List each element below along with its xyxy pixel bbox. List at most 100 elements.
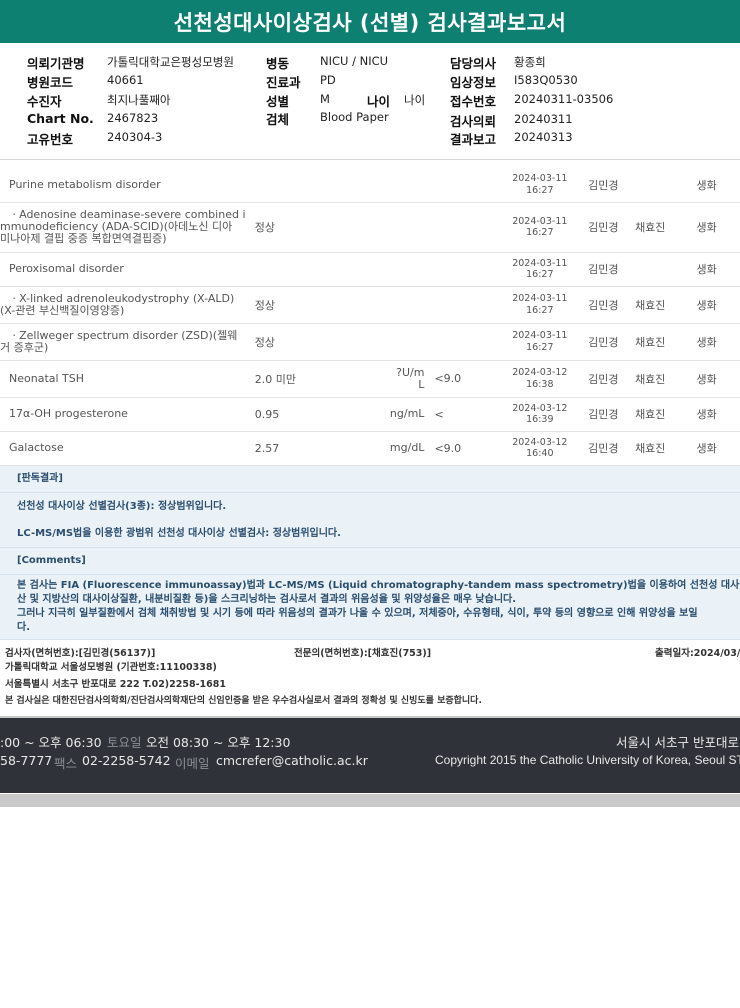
specialist-signature: 전문의(면허번호):[채효진(753)] <box>294 647 432 659</box>
comment-line: 그러나 지극히 일부질환에서 검체 채취방법 및 시기 등에 따라 위음성의 결… <box>17 607 698 619</box>
divider <box>0 159 740 160</box>
result-date: 2024-03-11 <box>512 257 568 269</box>
result-value: 2.0 미만 <box>248 360 351 398</box>
result-datetime: 2024-03-11 16:27 <box>498 323 582 361</box>
result-time: 16:27 <box>526 269 554 280</box>
result-test-name-line: Purine metabolism disorder <box>9 177 161 191</box>
fax-label: 팩스 <box>54 756 78 771</box>
result-row: ㆍAdenosine deaminase-severe combined i mm… <box>0 202 740 253</box>
result-row: ㆍX-linked adrenoleukodystrophy (X-ALD) (X… <box>0 286 740 324</box>
result-date: 2024-03-12 <box>512 367 568 378</box>
saturday-hours: 오전 08:30 ~ 오후 12:30 <box>146 735 291 750</box>
results-panel[interactable]: Purine metabolism disorder 2024-03-11 16:2… <box>0 168 740 718</box>
result-verifier: 김민경 <box>581 397 636 432</box>
patient-info-panel: 의뢰기관명 가톨릭대학교은평성모병원 병원코드 40661 수진자 최지나풀째아… <box>0 50 740 160</box>
result-department: 생화 <box>696 168 740 203</box>
result-date: 2024-03-11 <box>512 293 568 304</box>
result-reference-range: <9.0 <box>424 360 499 398</box>
patient-value: 최지나풀째아 <box>107 93 171 107</box>
result-department: 생화 <box>696 397 740 432</box>
result-approver <box>635 168 697 203</box>
comments-heading: [Comments] <box>0 548 740 575</box>
result-time: 16:27 <box>526 227 554 238</box>
chart-no-value: 2467823 <box>107 111 159 125</box>
signature-row: 검사자(면허번호):[김민경(56137)] 전문의(면허번호):[채효진(75… <box>0 638 740 659</box>
result-verifier: 김민경 <box>581 252 636 287</box>
interpretation-line: LC-MS/MS법을 이용한 광범위 선천성 대사이상 선별검사: 정상범위입니… <box>0 521 740 548</box>
result-department: 생화 <box>696 323 740 361</box>
result-date: 2024-03-12 <box>512 436 568 448</box>
result-unit: ng/mL <box>350 397 425 432</box>
results-table: Purine metabolism disorder 2024-03-11 16:2… <box>0 168 740 466</box>
result-approver: 채효진 <box>635 286 697 324</box>
fax-number: 02-2258-5742 <box>82 753 171 768</box>
comment-line: 산 및 지방산의 대사이상질환, 내분비질환 등)을 스크리닝하는 검사로서 결… <box>17 593 517 605</box>
result-time: 16:38 <box>526 378 554 390</box>
result-date: 2024-03-12 <box>512 402 568 414</box>
result-approver: 채효진 <box>635 360 697 398</box>
result-department: 생화 <box>696 431 740 466</box>
result-unit <box>350 286 425 324</box>
comments-text: 본 검사는 FIA (Fluorescence immunoassay)법과 L… <box>0 575 740 639</box>
email-link[interactable]: cmcrefer@catholic.ac.kr <box>216 753 368 768</box>
result-row: ㆍZellweger spectrum disorder (ZSD)(젤웨 거 증… <box>0 323 740 361</box>
result-unit <box>350 323 425 361</box>
result-value: 0.95 <box>248 397 351 432</box>
ward-value: NICU / NICU <box>320 54 389 68</box>
result-row: Purine metabolism disorder 2024-03-11 16:2… <box>0 168 740 203</box>
department-label: 진료과 <box>266 75 301 90</box>
result-approver: 채효진 <box>635 202 697 253</box>
clinical-info-label: 임상정보 <box>450 75 497 90</box>
interpretation-line: 선천성 대사이상 선별검사(3종): 정상범위입니다. <box>17 500 227 512</box>
result-datetime: 2024-03-11 16:27 <box>498 168 582 203</box>
result-reference-range <box>424 286 499 324</box>
result-date: 2024-03-11 <box>512 215 568 227</box>
result-test-name-line: Peroxisomal disorder <box>9 262 124 275</box>
report-date-value: 20240313 <box>514 130 573 144</box>
result-time: 16:27 <box>526 304 554 316</box>
result-test-name: ㆍX-linked adrenoleukodystrophy (X-ALD) (X… <box>0 286 249 324</box>
sex-value: M <box>320 92 330 106</box>
result-date: 2024-03-11 <box>512 330 568 341</box>
result-department: 생화 <box>696 202 740 253</box>
reception-no-value: 20240311-03506 <box>514 92 614 106</box>
site-footer: :00 ~ 오후 06:30 토요일 오전 08:30 ~ 오후 12:30 5… <box>0 718 740 793</box>
result-time: 16:27 <box>526 184 554 196</box>
result-department: 생화 <box>696 360 740 398</box>
clinical-info-value: I583Q0530 <box>514 73 578 87</box>
age-value: 나이 <box>404 93 426 107</box>
result-department: 생화 <box>696 286 740 324</box>
weekday-hours: :00 ~ 오후 06:30 <box>0 735 102 750</box>
request-date-label: 검사의뢰 <box>450 114 497 129</box>
result-test-name: Galactose <box>0 431 249 466</box>
result-datetime: 2024-03-11 16:27 <box>498 252 582 287</box>
doctor-value: 황종희 <box>514 55 546 69</box>
footer-address: 서울시 서초구 반포대로 <box>616 735 739 750</box>
result-approver <box>635 252 697 287</box>
result-test-name-line: (X-관련 부신백질이영양증) <box>0 303 125 317</box>
institution-name: 가톨릭대학교 서울성모병원 (기관번호:11100338) <box>5 661 217 673</box>
result-test-name-line: Galactose <box>9 441 64 454</box>
result-datetime: 2024-03-12 16:40 <box>498 431 582 466</box>
result-approver: 채효진 <box>635 397 697 432</box>
horizontal-scrollbar[interactable] <box>0 794 740 807</box>
result-test-name: ㆍZellweger spectrum disorder (ZSD)(젤웨 거 증… <box>0 323 249 361</box>
sex-label: 성별 <box>266 94 290 109</box>
result-approver: 채효진 <box>635 431 697 466</box>
result-approver: 채효진 <box>635 323 697 361</box>
result-datetime: 2024-03-12 16:38 <box>498 360 582 398</box>
result-row: Neonatal TSH 2.0 미만 ?U/m L <9.0 2024-03-12 16… <box>0 360 740 398</box>
unique-no-label: 고유번호 <box>27 132 74 147</box>
result-test-name-line: 거 증후군) <box>0 340 49 354</box>
results-table-body: Purine metabolism disorder 2024-03-11 16:2… <box>0 168 740 466</box>
result-test-name-line: 17α-OH progesterone <box>9 407 128 420</box>
requester-value: 가톨릭대학교은평성모병원 <box>107 55 234 69</box>
email-label: 이메일 <box>175 756 210 771</box>
result-time: 16:40 <box>526 448 554 459</box>
result-verifier: 김민경 <box>581 360 636 398</box>
result-reference-range <box>424 323 499 361</box>
result-time: 16:39 <box>526 414 554 425</box>
comment-line: 다. <box>17 621 30 633</box>
department-value: PD <box>320 73 336 87</box>
hospital-code-value: 40661 <box>107 73 144 87</box>
